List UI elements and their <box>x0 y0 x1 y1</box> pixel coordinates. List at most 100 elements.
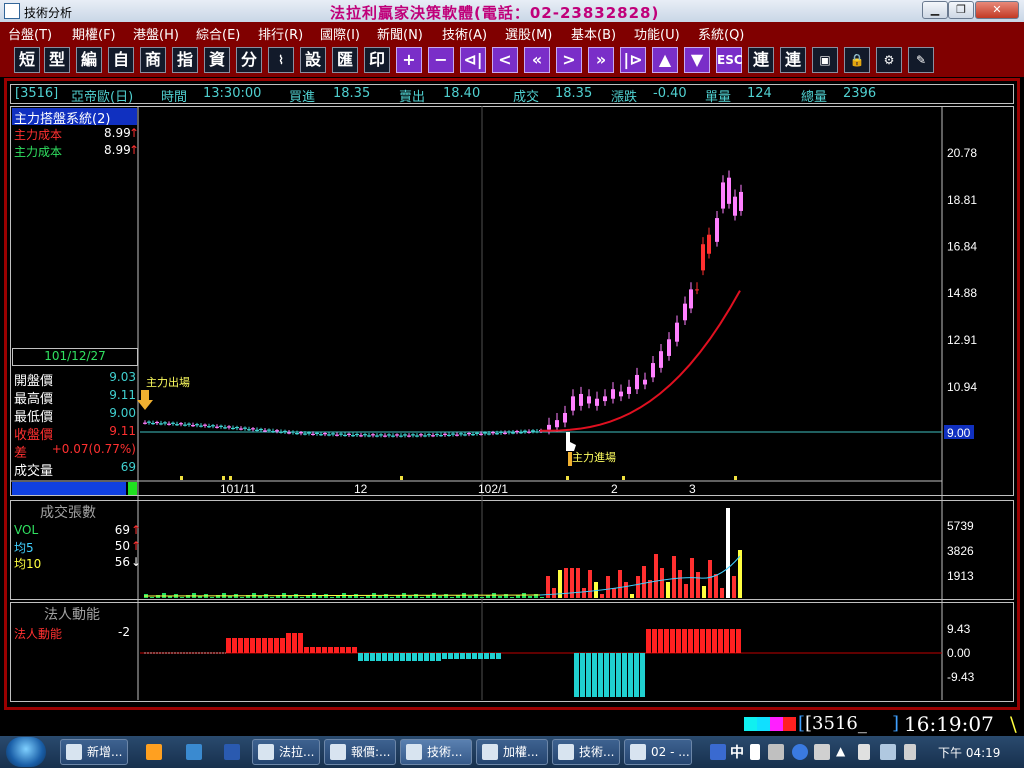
inst-bar <box>646 629 651 653</box>
candle-body <box>143 422 147 424</box>
start-button[interactable] <box>6 737 46 767</box>
candle-body <box>383 435 387 437</box>
ohlc-value: 9.03 <box>109 370 136 384</box>
inst-bar <box>394 653 399 661</box>
inst-bar <box>412 653 417 661</box>
volume-line-value: 50 <box>114 539 130 553</box>
candle-body <box>147 421 151 423</box>
inst-bar <box>436 653 441 661</box>
ohlc-value: 9.00 <box>109 406 136 420</box>
arrow-icon: ↑ <box>131 539 142 553</box>
inst-bar <box>688 629 693 653</box>
inst-line-label: 法人動能 <box>14 627 63 641</box>
volume-bar <box>348 596 352 598</box>
candle-body <box>595 398 599 406</box>
network-icon[interactable] <box>880 744 896 760</box>
price-tick: 9.00 <box>947 426 971 440</box>
keyboard-icon[interactable] <box>768 744 784 760</box>
inst-bar <box>454 653 459 659</box>
candle-body <box>179 423 183 425</box>
taskbar-item[interactable]: 法拉... <box>252 739 320 765</box>
indicator-title[interactable]: 主力搭盤系統(2) <box>12 108 137 127</box>
ime-icon[interactable] <box>710 744 726 760</box>
volume-line-value: 69 <box>114 523 130 537</box>
inst-bar <box>472 653 477 659</box>
status-cyan-block <box>744 717 757 731</box>
taskbar-item[interactable]: 新增... <box>60 739 128 765</box>
volume-bar <box>498 596 502 598</box>
event-marker <box>229 476 232 480</box>
candle-body <box>307 432 311 434</box>
taskbar-item[interactable]: 02 - ... <box>624 739 692 765</box>
inst-bar <box>580 653 585 697</box>
inst-title: 法人動能 <box>44 607 100 623</box>
inst-bar <box>610 653 615 697</box>
inst-bar <box>460 653 465 659</box>
candle-body <box>391 435 395 437</box>
candle-body <box>351 435 355 437</box>
fullwidth-icon[interactable] <box>750 744 760 760</box>
volume-bar <box>384 594 388 598</box>
volume-bar <box>480 597 484 598</box>
inst-bar <box>352 647 357 653</box>
inst-bar <box>574 653 579 697</box>
inst-tick: 0.00 <box>947 646 971 660</box>
taskbar-item-active[interactable]: 技術... <box>400 739 472 765</box>
inst-bar <box>598 653 603 697</box>
ohlc-value: 9.11 <box>109 424 136 438</box>
event-marker <box>734 476 737 480</box>
volume-line-label: 均10 <box>14 557 42 571</box>
photo-icon[interactable] <box>186 744 202 760</box>
volume-bar <box>696 572 700 598</box>
inst-bar <box>358 653 363 661</box>
inst-bar <box>310 647 315 653</box>
chart-app-icon <box>406 744 422 760</box>
inst-bar <box>466 653 471 659</box>
volume-icon[interactable] <box>904 744 916 760</box>
options-icon[interactable] <box>814 744 830 760</box>
status-code-prefix: [[3516_ <box>798 713 867 734</box>
media-icon[interactable] <box>146 744 162 760</box>
inst-bar <box>298 633 303 653</box>
arrow-icon: ↑ <box>131 523 142 537</box>
volume-bar <box>180 597 184 598</box>
word-icon[interactable] <box>224 744 240 760</box>
candle-body <box>535 431 539 433</box>
inst-bar <box>304 647 309 653</box>
inst-bar <box>370 653 375 661</box>
inst-bar <box>676 629 681 653</box>
tray-expand-icon[interactable]: ▲ <box>836 744 845 758</box>
price-tick: 14.88 <box>947 286 977 300</box>
candle-body <box>235 426 239 429</box>
taskbar-item[interactable]: 報價:... <box>324 739 396 765</box>
inst-bar <box>316 647 321 653</box>
inst-tick: 9.43 <box>947 622 971 636</box>
taskbar-item[interactable]: 加權... <box>476 739 548 765</box>
help-icon[interactable] <box>792 744 808 760</box>
ohlc-value: +0.07(0.77%) <box>51 442 136 456</box>
candle-body <box>439 435 443 437</box>
status-cyan-block <box>757 717 770 731</box>
candle-body <box>263 430 267 432</box>
ohlc-value: 9.11 <box>109 388 136 402</box>
volume-tick: 1913 <box>947 569 974 583</box>
candle-body <box>707 234 711 254</box>
inst-bar <box>682 629 687 653</box>
volume-line-label: VOL <box>14 523 39 537</box>
chart-app-icon <box>482 744 498 760</box>
ime-mode[interactable]: 中 <box>730 742 744 762</box>
inst-bar <box>712 629 717 653</box>
inst-bar <box>328 647 333 653</box>
candle-body <box>519 432 523 434</box>
inst-bar <box>730 629 735 653</box>
taskbar-clock[interactable]: 下午 04:19 <box>938 744 1000 761</box>
candle-body <box>739 191 743 211</box>
taskbar-item[interactable]: 技術... <box>552 739 620 765</box>
volume-bar <box>330 597 334 598</box>
candle-body <box>259 428 263 431</box>
volume-bar <box>510 597 514 598</box>
candle-body <box>387 434 391 436</box>
flag-icon[interactable] <box>858 744 870 760</box>
arrow-icon: ↑ <box>129 126 140 140</box>
volume-bar <box>630 594 634 598</box>
